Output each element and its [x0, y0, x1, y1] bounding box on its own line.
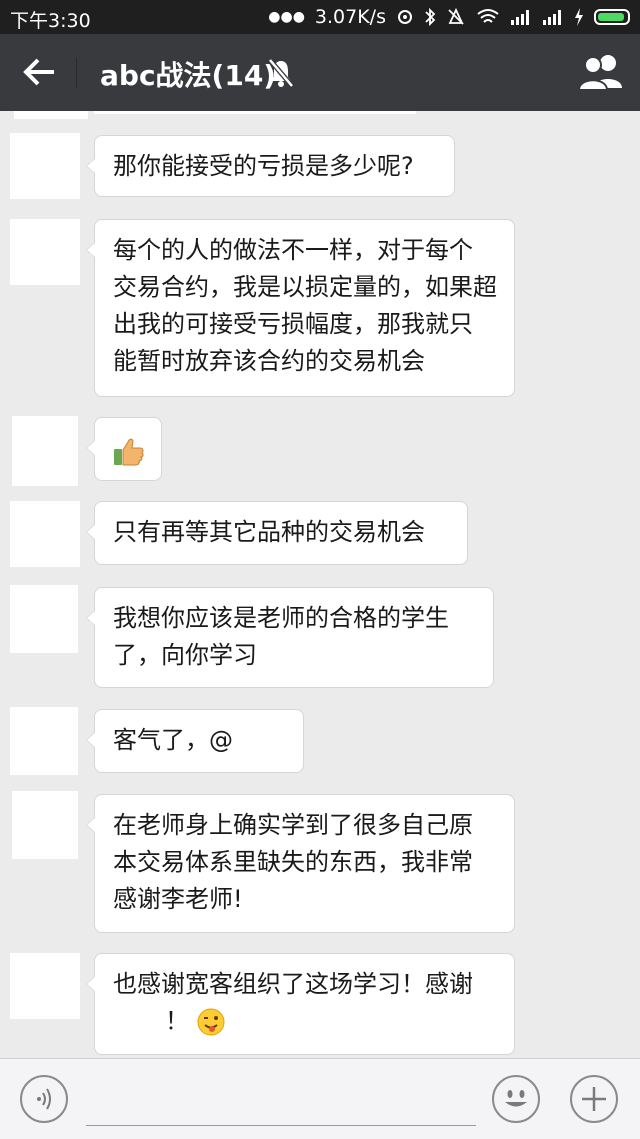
message-text: 在老师身上确实学到了很多自己原 — [113, 811, 473, 839]
input-bar — [0, 1058, 640, 1139]
message-bubble[interactable]: 每个的人的做法不一样，对于每个 交易合约，我是以损定量的，如果超 出我的可接受亏… — [86, 219, 515, 397]
voice-button[interactable] — [20, 1075, 68, 1123]
chat-header: abc战法(14) — [0, 34, 640, 111]
charging-icon — [575, 8, 583, 26]
message-text-line: ！ — [113, 1003, 496, 1040]
bluetooth-icon — [425, 7, 436, 27]
emoji-icon — [505, 1090, 527, 1107]
message-text: 本交易体系里缺失的东西，我非常 — [113, 848, 473, 876]
status-time: 下午3:30 — [10, 10, 91, 32]
header-divider — [76, 58, 77, 88]
message-text: 了，向你学习 — [113, 641, 257, 669]
message-bubble[interactable] — [86, 417, 162, 481]
message-text: 感谢李老师! — [113, 885, 243, 913]
network-speed: 3.07K/s — [314, 6, 386, 28]
message-text: 那你能接受的亏损是多少呢? — [113, 152, 414, 180]
plus-icon — [582, 1087, 606, 1111]
battery-level — [598, 13, 624, 21]
avatar[interactable] — [12, 416, 78, 486]
winking-face-tongue-icon — [197, 1008, 225, 1036]
message-bubble[interactable]: 在老师身上确实学到了很多自己原 本交易体系里缺失的东西，我非常 感谢李老师! — [86, 794, 515, 933]
status-indicators: ●●● 3.07K/s — [268, 6, 630, 28]
signal-icon-2 — [543, 10, 561, 25]
message-bubble[interactable]: 我想你应该是老师的合格的学生 了，向你学习 — [86, 587, 494, 688]
avatar[interactable] — [10, 953, 80, 1019]
message-text: 每个的人的做法不一样，对于每个 — [113, 236, 473, 264]
message-bubble[interactable]: 也感谢宽客组织了这场学习！感谢 ！ — [86, 953, 515, 1055]
back-arrow-icon[interactable] — [20, 52, 60, 92]
avatar[interactable] — [12, 791, 78, 859]
wifi-icon — [477, 9, 499, 23]
message-text: 出我的可接受亏损幅度，那我就只 — [113, 310, 473, 338]
voice-icon — [37, 1088, 51, 1110]
message-input[interactable] — [86, 1125, 476, 1126]
message-text: 也感谢宽客组织了这场学习！感谢 — [113, 970, 473, 998]
thumbs-up-icon — [114, 438, 144, 466]
more-button[interactable] — [570, 1075, 618, 1123]
battery-icon — [594, 9, 630, 25]
message-text: 只有再等其它品种的交易机会 — [113, 518, 425, 546]
message-text: 能暂时放弃该合约的交易机会 — [113, 347, 425, 375]
message-text: 交易合约，我是以损定量的，如果超 — [113, 273, 497, 301]
avatar[interactable] — [10, 707, 78, 775]
avatar[interactable] — [10, 219, 80, 285]
group-title: abc战法(14) — [100, 59, 277, 92]
message-text: ！ — [165, 1007, 189, 1035]
message-bubble[interactable]: 客气了，@ — [86, 709, 304, 773]
mute-bell-icon — [268, 58, 294, 88]
chat-area[interactable]: 那你能接受的亏损是多少呢? 每个的人的做法不一样，对于每个 交易合约，我是以损定… — [0, 111, 640, 1058]
message-bubble[interactable]: 那你能接受的亏损是多少呢? — [86, 135, 455, 197]
vibrate-off-icon — [448, 7, 464, 25]
avatar[interactable] — [10, 501, 80, 567]
signal-icon — [511, 10, 529, 25]
avatar[interactable] — [10, 585, 78, 653]
dots-icon: ●●● — [268, 9, 305, 25]
emoji-button[interactable] — [492, 1075, 540, 1123]
sync-icon — [398, 10, 412, 24]
previous-bubble-edge — [94, 111, 416, 114]
status-bar: 下午3:30 ●●● 3.07K/s — [0, 0, 640, 34]
message-bubble[interactable]: 只有再等其它品种的交易机会 — [86, 501, 468, 565]
group-members-icon[interactable] — [578, 52, 624, 92]
message-text: 客气了，@ — [113, 726, 233, 754]
previous-avatar-edge — [14, 111, 88, 119]
avatar[interactable] — [10, 133, 80, 199]
message-text: 我想你应该是老师的合格的学生 — [113, 604, 449, 632]
